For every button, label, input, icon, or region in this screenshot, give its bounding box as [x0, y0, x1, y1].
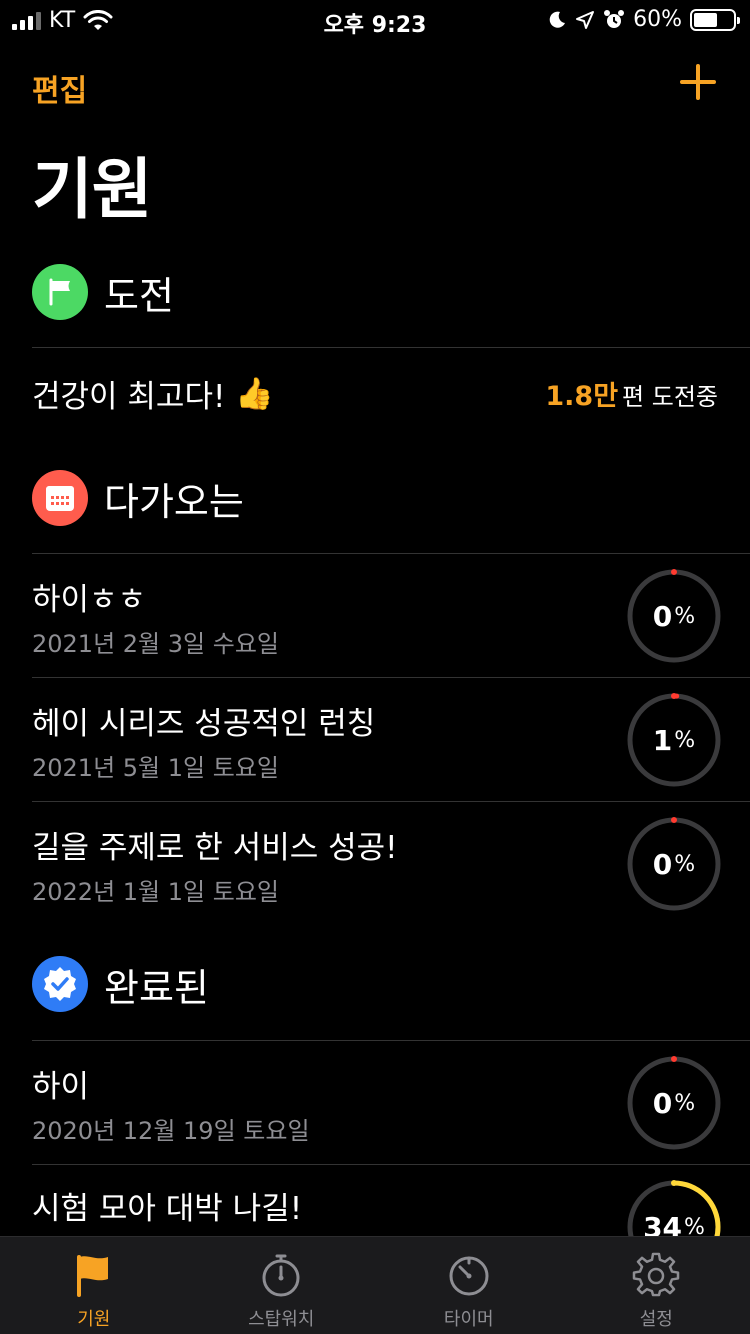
item-date: 2020년 12월 19일 토요일	[32, 1117, 310, 1145]
item-title: 시험 모아 대박 나길!	[32, 1191, 303, 1227]
add-icon[interactable]	[678, 62, 718, 102]
progress-percent: 1	[652, 723, 673, 757]
flag-icon	[76, 1255, 108, 1297]
calendar-icon	[32, 470, 88, 526]
challenge-row[interactable]: 건강이 최고다! 👍 1.8만 편 도전중	[32, 360, 718, 426]
progress-label: 0%	[652, 599, 696, 633]
item-title: 헤이 시리즈 성공적인 런칭	[32, 706, 376, 742]
progress-label: 0%	[652, 1086, 696, 1120]
challenge-count: 1.8만 편 도전중	[545, 374, 718, 413]
section-title-challenge: 도전	[104, 273, 174, 318]
list-item[interactable]: 길을 주제로 한 서비스 성공! 2022년 1월 1일 토요일 0%	[32, 802, 722, 926]
challenge-count-number: 1.8만	[545, 380, 619, 412]
tab-label: 타이머	[443, 1309, 494, 1330]
tab-label: 설정	[639, 1309, 673, 1330]
status-right: 60%	[547, 7, 740, 32]
tab-settings[interactable]: 설정	[563, 1237, 750, 1334]
gear-icon	[633, 1252, 680, 1297]
page-title: 기원	[32, 151, 152, 228]
section-header-completed: 완료된	[32, 956, 209, 1012]
progress-label: 0%	[652, 847, 696, 881]
progress-percent: 0	[652, 599, 673, 633]
tab-stopwatch[interactable]: 스탑워치	[188, 1237, 376, 1334]
battery-percent: 60%	[633, 7, 682, 32]
item-title: 길을 주제로 한 서비스 성공!	[32, 830, 398, 866]
section-title-completed: 완료된	[104, 965, 209, 1010]
thumbs-up-emoji: 👍	[235, 375, 275, 412]
progress-percent: 0	[652, 847, 673, 881]
tab-label: 스탑워치	[248, 1309, 315, 1330]
item-title: 하이ㅎㅎ	[32, 582, 147, 618]
divider	[32, 347, 750, 348]
stopwatch-icon	[262, 1254, 300, 1297]
timer-icon	[449, 1256, 489, 1296]
section-header-upcoming: 다가오는	[32, 470, 244, 526]
progress-label: 1%	[652, 723, 696, 757]
tab-label: 기원	[77, 1309, 111, 1330]
challenge-name: 건강이 최고다! 👍	[32, 371, 274, 416]
tab-bar: 기원 스탑워치 타이머 설정	[0, 1236, 750, 1334]
verified-badge-icon	[32, 956, 88, 1012]
item-date: 2022년 1월 1일 토요일	[32, 878, 279, 906]
moon-icon	[549, 11, 566, 28]
location-arrow-icon	[576, 10, 595, 29]
list-item[interactable]: 헤이 시리즈 성공적인 런칭 2021년 5월 1일 토요일 1%	[32, 678, 722, 802]
challenge-count-suffix: 편 도전중	[622, 382, 718, 411]
alarm-icon	[604, 9, 625, 28]
list-item[interactable]: 하이ㅎㅎ 2021년 2월 3일 수요일 0%	[32, 554, 722, 678]
battery-fill	[694, 12, 717, 27]
item-date: 2021년 2월 3일 수요일	[32, 630, 279, 658]
list-item[interactable]: 하이 2020년 12월 19일 토요일 0%	[32, 1041, 722, 1165]
tab-timer[interactable]: 타이머	[375, 1237, 563, 1334]
battery-icon	[690, 8, 740, 31]
flag-icon	[32, 264, 88, 320]
item-date: 2021년 5월 1일 토요일	[32, 754, 279, 782]
challenge-title: 건강이 최고다!	[32, 378, 226, 415]
item-title: 하이	[32, 1069, 90, 1105]
progress-percent: 0	[652, 1086, 673, 1120]
section-header-challenge: 도전	[32, 264, 174, 320]
tab-wish[interactable]: 기원	[0, 1237, 188, 1334]
section-title-upcoming: 다가오는	[104, 479, 244, 524]
status-bar: KT 오후 9:23 60%	[0, 0, 750, 40]
edit-button[interactable]: 편집	[32, 66, 87, 110]
